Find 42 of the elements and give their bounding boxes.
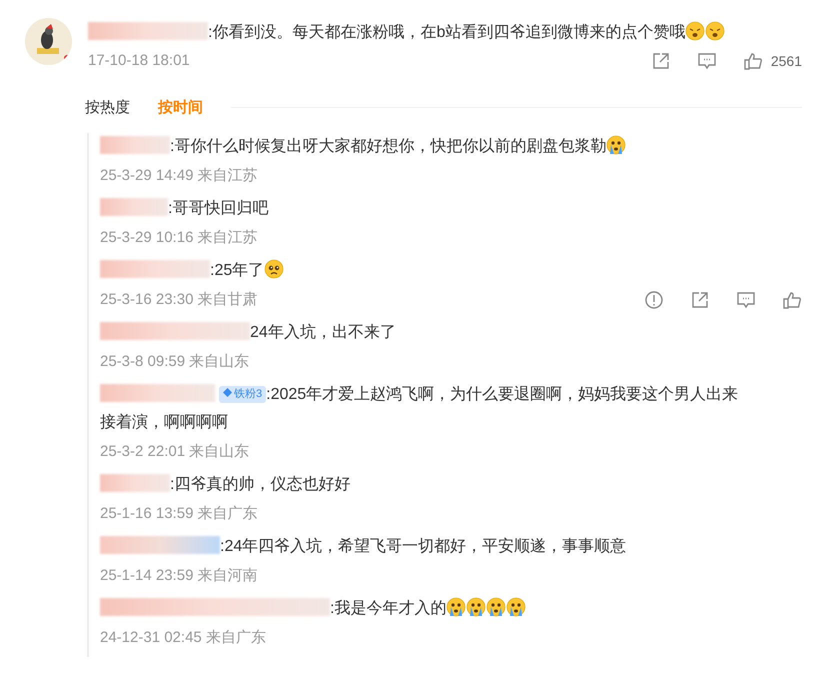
reply-text: :我是今年才入的	[100, 595, 742, 623]
thumbs-up-icon[interactable]	[742, 51, 763, 72]
comment-icon[interactable]	[736, 290, 756, 310]
timestamp: 25-1-16 13:59 来自广东	[100, 504, 258, 524]
diamond-icon	[223, 388, 232, 397]
sort-tab[interactable]: 按热度	[85, 96, 130, 119]
reply-text: :四爷真的帅，仪态也好好	[100, 471, 742, 499]
share-icon[interactable]	[690, 290, 710, 310]
timestamp: 24-12-31 02:45 来自广东	[100, 628, 266, 648]
avatar[interactable]	[25, 18, 72, 65]
reply-text: 铁粉3 :2025年才爱上赵鸿飞啊，为什么要退圈啊，妈妈我要这个男人出来接着演，啊啊啊啊	[100, 383, 740, 433]
fan-badge[interactable]: 铁粉3	[219, 386, 266, 403]
reply-text: :24年四爷入坑，希望飞哥一切都好，平安顺遂，事事顺意	[100, 533, 742, 561]
thumbs-up-icon[interactable]	[782, 290, 802, 310]
weary-face-icon	[685, 21, 706, 41]
sort-tab[interactable]: 按时间	[158, 96, 203, 119]
reply-text: 24年入坑，出不来了	[100, 319, 742, 347]
timestamp: 25-3-29 10:16 来自江苏	[100, 228, 258, 248]
reply-text: :哥你什么时候复出呀大家都好想你，快把你以前的剧盘包浆勒	[100, 133, 742, 161]
timestamp: 25-3-29 14:49 来自江苏	[100, 166, 258, 186]
reply-text: :25年了	[100, 257, 742, 285]
crying-face-icon	[506, 597, 526, 617]
weary-face-icon	[705, 21, 726, 41]
report-icon[interactable]	[644, 290, 664, 310]
timestamp: 25-1-14 23:59 来自河南	[100, 566, 258, 586]
comment-icon[interactable]	[696, 51, 717, 72]
comment-text: :你看到没。每天都在涨粉哦，在b站看到四爷追到微博来的点个赞哦	[88, 18, 802, 45]
redacted-name	[100, 198, 168, 216]
timestamp: 25-3-8 09:59 来自山东	[100, 352, 250, 372]
crying-face-icon	[486, 597, 506, 617]
like-count: 2561	[770, 52, 802, 71]
redacted-name	[100, 136, 170, 154]
teary-face-icon	[264, 259, 284, 279]
redacted-name	[100, 474, 170, 492]
crying-face-icon	[466, 597, 486, 617]
timestamp: 25-3-2 22:01 来自山东	[100, 442, 250, 462]
crying-face-icon	[606, 135, 626, 155]
crying-face-icon	[446, 597, 466, 617]
share-icon[interactable]	[650, 51, 671, 72]
reply-text: :哥哥快回归吧	[100, 195, 742, 223]
timestamp: 25-3-16 23:30 来自甘肃	[100, 290, 258, 310]
timestamp: 17-10-18 18:01	[88, 51, 190, 71]
